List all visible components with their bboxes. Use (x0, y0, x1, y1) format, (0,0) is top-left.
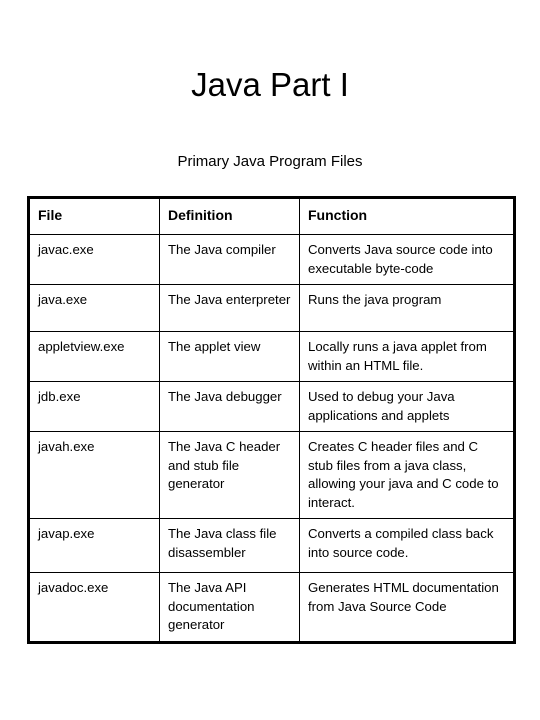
cell-definition: The Java C header and stub file generato… (159, 431, 300, 519)
table-row: javac.exe The Java compiler Converts Jav… (28, 234, 515, 285)
column-header-definition: Definition (159, 197, 300, 235)
table-header: File Definition Function (28, 197, 515, 235)
table-row: appletview.exe The applet view Locally r… (28, 331, 515, 382)
cell-definition: The applet view (159, 331, 300, 382)
table-row: javap.exe The Java class file disassembl… (28, 518, 515, 573)
cell-file: javap.exe (28, 518, 160, 573)
cell-definition: The Java enterpreter (159, 284, 300, 332)
cell-definition: The Java debugger (159, 381, 300, 432)
cell-file: javac.exe (28, 234, 160, 285)
cell-function: Generates HTML documentation from Java S… (299, 572, 515, 643)
page-subtitle: Primary Java Program Files (177, 153, 363, 170)
cell-function: Locally runs a java applet from within a… (299, 331, 515, 382)
primary-java-program-files-table: File Definition Function javac.exe The J… (27, 196, 516, 644)
cell-definition: The Java API documentation generator (159, 572, 300, 643)
cell-file: appletview.exe (28, 331, 160, 382)
page-title: Java Part I (191, 66, 349, 103)
cell-function: Runs the java program (299, 284, 515, 332)
column-header-function: Function (299, 197, 515, 235)
table-row: javah.exe The Java C header and stub fil… (28, 431, 515, 519)
slide-canvas: Java Part I Primary Java Program Files F… (0, 0, 540, 720)
cell-file: java.exe (28, 284, 160, 332)
cell-file: jdb.exe (28, 381, 160, 432)
files-table-container: File Definition Function javac.exe The J… (27, 196, 516, 644)
cell-file: javah.exe (28, 431, 160, 519)
column-header-file: File (28, 197, 160, 235)
cell-definition: The Java compiler (159, 234, 300, 285)
table-row: java.exe The Java enterpreter Runs the j… (28, 284, 515, 332)
cell-function: Converts Java source code into executabl… (299, 234, 515, 285)
cell-function: Used to debug your Java applications and… (299, 381, 515, 432)
table-row: javadoc.exe The Java API documentation g… (28, 572, 515, 643)
table-body: javac.exe The Java compiler Converts Jav… (28, 234, 515, 643)
cell-definition: The Java class file disassembler (159, 518, 300, 573)
cell-function: Creates C header files and C stub files … (299, 431, 515, 519)
table-header-row: File Definition Function (28, 197, 515, 235)
cell-file: javadoc.exe (28, 572, 160, 643)
table-row: jdb.exe The Java debugger Used to debug … (28, 381, 515, 432)
cell-function: Converts a compiled class back into sour… (299, 518, 515, 573)
